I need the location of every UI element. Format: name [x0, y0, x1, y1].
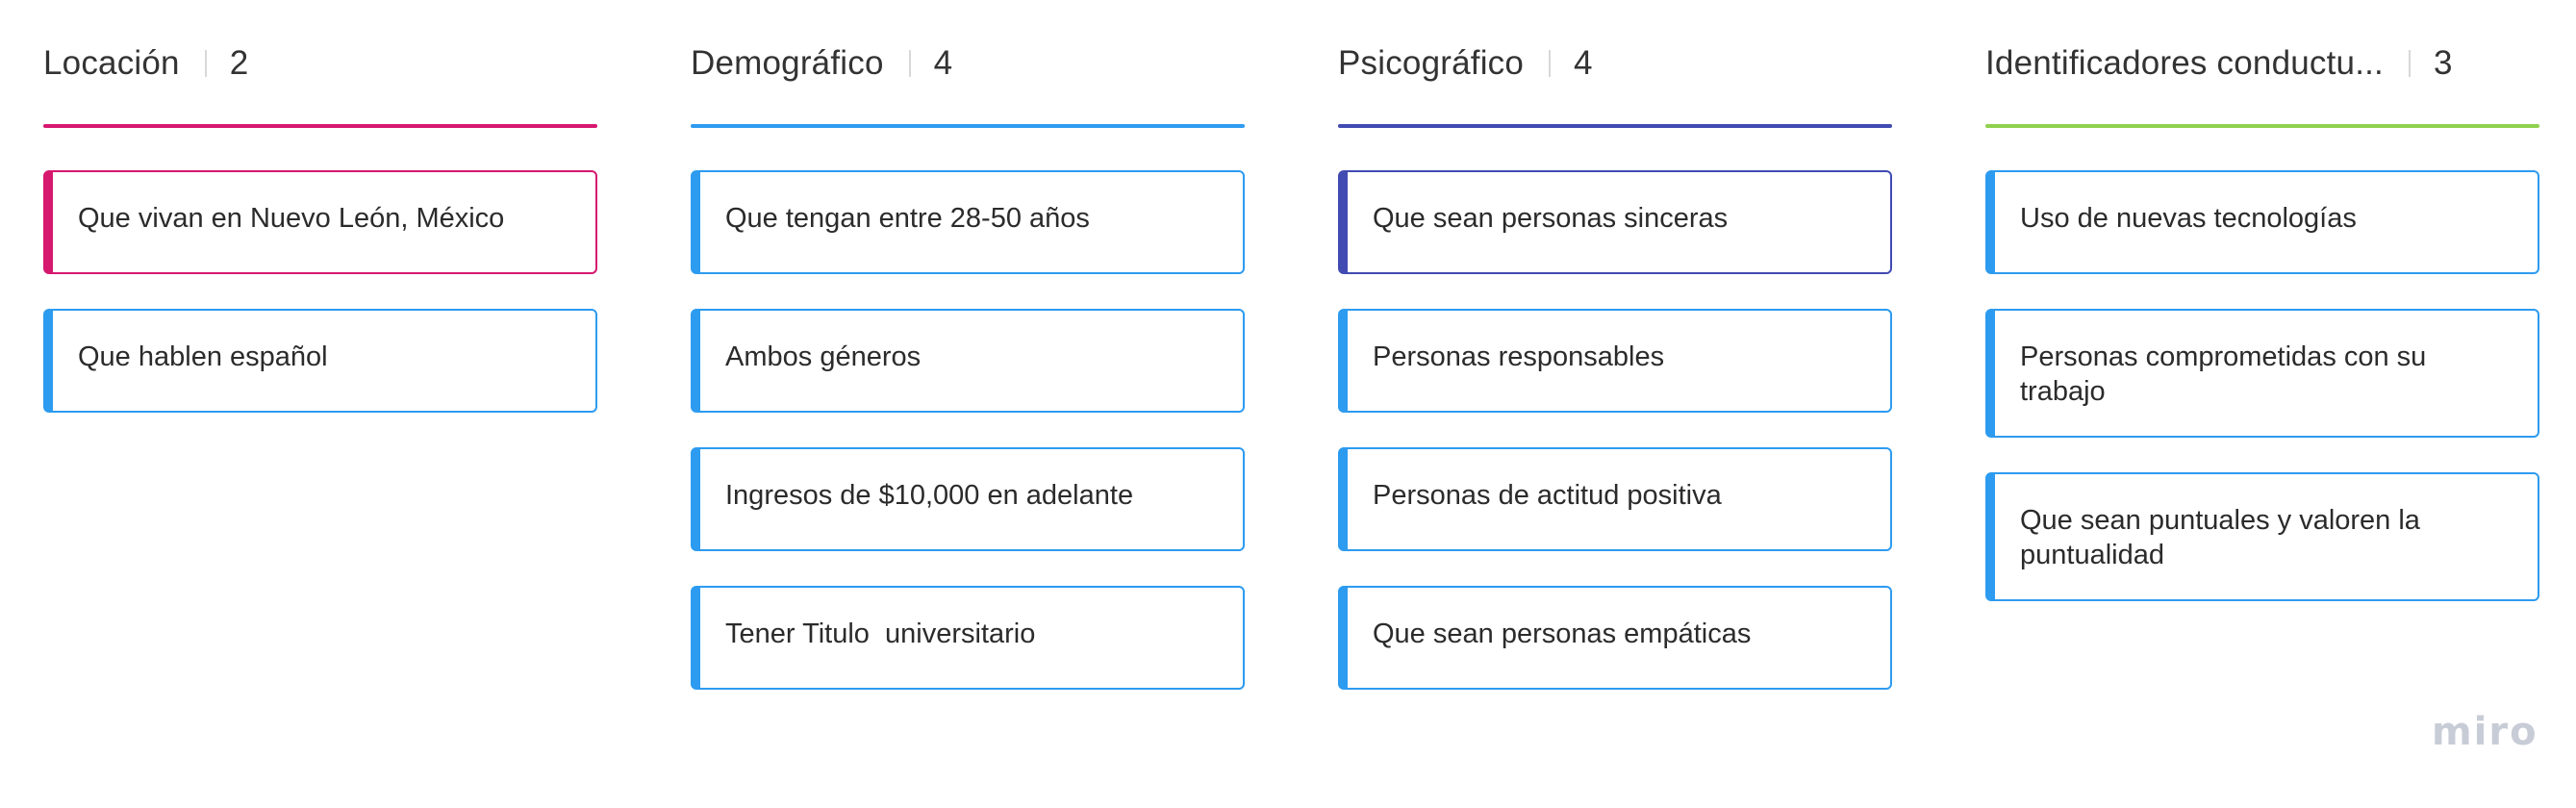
column-title: Identificadores conductu... — [1985, 44, 2384, 82]
card[interactable]: Tener Titulo universitario — [691, 586, 1245, 690]
column-accent-line — [1338, 124, 1892, 128]
column-card-list: Uso de nuevas tecnologías Personas compr… — [1985, 170, 2539, 601]
column-card-count: 3 — [2433, 44, 2453, 82]
card[interactable]: Que hablen español — [43, 309, 597, 413]
column-card-count: 2 — [229, 44, 249, 82]
column-accent-line — [43, 124, 597, 128]
miro-logo: miro — [2432, 710, 2538, 754]
card[interactable]: Que sean personas empáticas — [1338, 586, 1892, 690]
column-header[interactable]: Identificadores conductu... 3 — [1985, 42, 2539, 85]
column-header[interactable]: Demográfico 4 — [691, 42, 1245, 85]
column-header-divider — [1549, 50, 1552, 77]
column-header[interactable]: Locación 2 — [43, 42, 597, 85]
column-header-divider — [204, 50, 207, 77]
card[interactable]: Ambos géneros — [691, 309, 1245, 413]
card[interactable]: Personas responsables — [1338, 309, 1892, 413]
column-accent-line — [1985, 124, 2539, 128]
column-card-count: 4 — [1574, 44, 1593, 82]
card[interactable]: Que tengan entre 28-50 años — [691, 170, 1245, 274]
card[interactable]: Uso de nuevas tecnologías — [1985, 170, 2539, 274]
column-title: Psicográfico — [1338, 44, 1525, 82]
column-card-count: 4 — [933, 44, 953, 82]
column-card-list: Que sean personas sinceras Personas resp… — [1338, 170, 1892, 690]
card[interactable]: Personas comprometidas con su trabajo — [1985, 309, 2539, 438]
column-accent-line — [691, 124, 1245, 128]
column-header[interactable]: Psicográfico 4 — [1338, 42, 1892, 85]
column-title: Locación — [43, 44, 180, 82]
card[interactable]: Que sean personas sinceras — [1338, 170, 1892, 274]
column-card-list: Que vivan en Nuevo León, México Que habl… — [43, 170, 597, 413]
column-title: Demográfico — [691, 44, 884, 82]
column-header-divider — [908, 50, 911, 77]
card[interactable]: Personas de actitud positiva — [1338, 447, 1892, 551]
card[interactable]: Ingresos de $10,000 en adelante — [691, 447, 1245, 551]
column-card-list: Que tengan entre 28-50 años Ambos género… — [691, 170, 1245, 690]
column-header-divider — [2408, 50, 2411, 77]
card[interactable]: Que vivan en Nuevo León, México — [43, 170, 597, 274]
kanban-board: Locación 2 Que vivan en Nuevo León, Méxi… — [0, 0, 2576, 808]
card[interactable]: Que sean puntuales y valoren la puntuali… — [1985, 472, 2539, 601]
